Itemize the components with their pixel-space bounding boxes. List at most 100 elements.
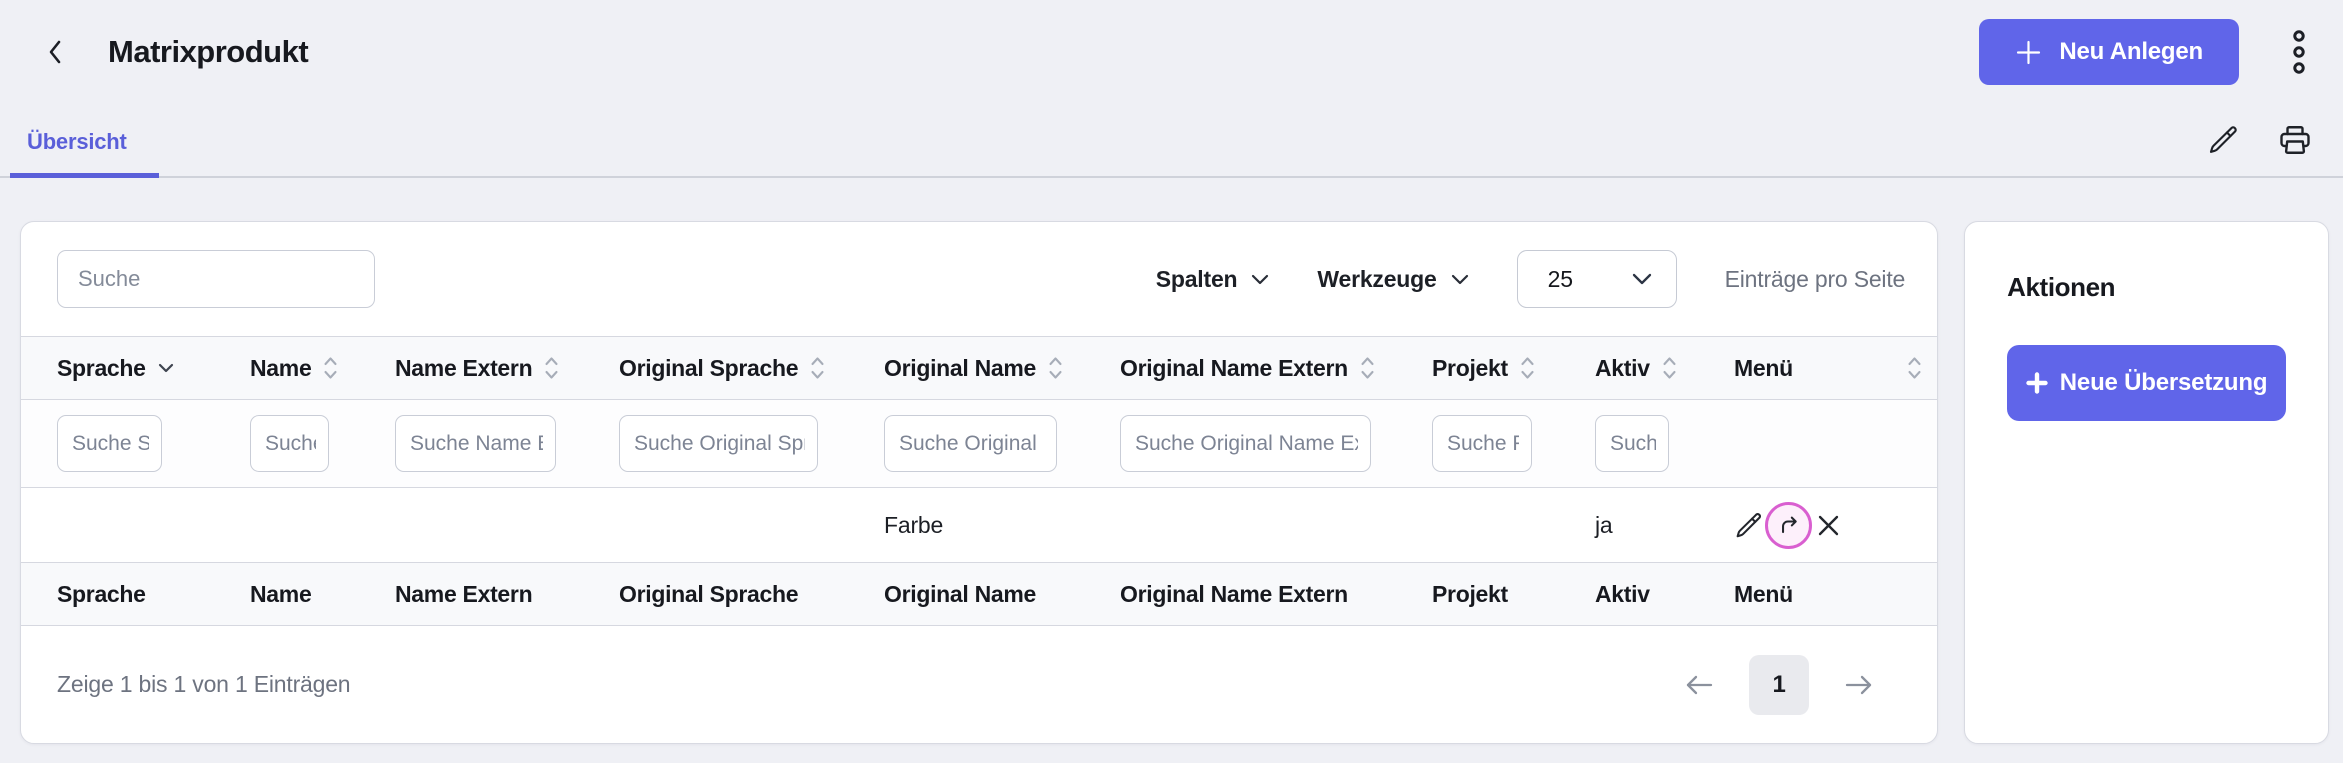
kebab-menu-button[interactable] [2285,20,2313,84]
search-input[interactable] [57,250,375,308]
pagination: 1 [1677,655,1881,715]
footer-column-projekt: Projekt [1408,563,1571,626]
cell-aktiv: ja [1571,488,1710,563]
pencil-icon [2207,124,2239,156]
table-toolbar: Spalten Werkzeuge 25 E [21,222,1937,336]
entries-per-page-label: Einträge pro Seite [1725,266,1906,293]
column-header-aktiv[interactable]: Aktiv [1571,337,1710,400]
row-delete-button[interactable] [1814,511,1843,540]
kebab-vertical-icon [2291,26,2307,78]
filter-input-sprache[interactable] [57,415,162,472]
filter-input-name-extern[interactable] [395,415,556,472]
arrow-right-icon [1843,673,1875,697]
new-translation-button-label: Neue Übersetzung [2060,369,2268,397]
next-page-button[interactable] [1837,667,1881,703]
plus-icon [2015,39,2042,66]
printer-icon [2277,122,2313,158]
column-label: Aktiv [1595,355,1650,382]
chevron-down-icon [1451,274,1469,285]
column-header-original-sprache[interactable]: Original Sprache [595,337,860,400]
actions-panel-title: Aktionen [2007,272,2286,303]
filter-input-projekt[interactable] [1432,415,1532,472]
row-translate-button[interactable] [1764,502,1813,549]
column-header-menu[interactable]: Menü [1710,337,1938,400]
column-header-projekt[interactable]: Projekt [1408,337,1571,400]
filter-input-name[interactable] [250,415,329,472]
actions-panel: Aktionen Neue Übersetzung [1964,221,2329,744]
column-label: Original Sprache [619,355,798,382]
chevron-left-icon [44,35,66,69]
page-title: Matrixprodukt [108,34,308,70]
footer-column-original-name: Original Name [860,563,1096,626]
arrow-left-icon [1683,673,1715,697]
filter-input-aktiv[interactable] [1595,415,1669,472]
toolbar-right: Spalten Werkzeuge 25 E [1156,250,1905,308]
sort-both-icon [1360,355,1375,381]
footer-column-name-extern: Name Extern [371,563,595,626]
filter-input-original-sprache[interactable] [619,415,818,472]
footer-column-aktiv: Aktiv [1571,563,1710,626]
pencil-icon [1734,511,1763,540]
new-create-button-label: Neu Anlegen [2059,38,2203,66]
cell-projekt [1408,488,1571,563]
x-icon [1814,511,1843,540]
column-header-name[interactable]: Name [226,337,371,400]
footer-column-original-name-extern: Original Name Extern [1096,563,1408,626]
sort-both-icon [1520,355,1535,381]
sort-both-icon [810,355,825,381]
cell-sprache [21,488,226,563]
forward-arrow-icon [1776,512,1802,538]
back-button[interactable] [40,31,70,73]
column-label: Name [250,355,311,382]
page-size-select[interactable]: 25 [1517,250,1677,308]
table-card: Spalten Werkzeuge 25 E [20,221,1938,744]
print-button[interactable] [2275,120,2315,160]
sort-both-icon [323,355,338,381]
tools-dropdown-button[interactable]: Werkzeuge [1317,266,1468,293]
filter-input-original-name[interactable] [884,415,1057,472]
table-row: Farbe ja [21,488,1938,563]
data-table: Sprache Name Name Extern Original Sprach… [21,336,1938,626]
chevron-down-icon [1632,273,1652,285]
new-create-button[interactable]: Neu Anlegen [1979,19,2239,85]
table-footer-header-row: Sprache Name Name Extern Original Sprach… [21,563,1938,626]
tab-uebersicht[interactable]: Übersicht [10,129,159,178]
column-label: Projekt [1432,355,1508,382]
table-filter-row [21,400,1938,488]
entries-info-text: Zeige 1 bis 1 von 1 Einträgen [57,671,350,698]
sort-both-icon [1662,355,1677,381]
sort-both-icon [1907,355,1922,381]
columns-dropdown-button[interactable]: Spalten [1156,266,1270,293]
chevron-down-icon [1251,274,1269,285]
cell-original-name-extern [1096,488,1408,563]
sort-both-icon [1048,355,1063,381]
cell-original-name: Farbe [860,488,1096,563]
column-header-original-name-extern[interactable]: Original Name Extern [1096,337,1408,400]
footer-column-menu: Menü [1710,563,1938,626]
columns-dropdown-label: Spalten [1156,266,1238,293]
edit-page-button[interactable] [2205,122,2241,158]
top-header: Matrixprodukt Neu Anlegen [0,0,2343,86]
column-header-sprache[interactable]: Sprache [21,337,226,400]
row-actions [1734,502,1938,549]
column-header-original-name[interactable]: Original Name [860,337,1096,400]
row-edit-button[interactable] [1734,511,1763,540]
sort-down-icon [158,363,174,373]
column-label: Name Extern [395,355,532,382]
highlight-ring [1765,502,1812,549]
table-header-row: Sprache Name Name Extern Original Sprach… [21,337,1938,400]
cell-original-sprache [595,488,860,563]
column-header-name-extern[interactable]: Name Extern [371,337,595,400]
tab-action-icons [2205,120,2315,176]
content-area: Spalten Werkzeuge 25 E [0,178,2343,744]
new-translation-button[interactable]: Neue Übersetzung [2007,345,2286,421]
page-number-button[interactable]: 1 [1749,655,1809,715]
filter-input-original-name-extern[interactable] [1120,415,1371,472]
tools-dropdown-label: Werkzeuge [1317,266,1436,293]
sort-both-icon [544,355,559,381]
column-label: Sprache [57,355,146,382]
column-label: Menü [1734,355,1793,381]
previous-page-button[interactable] [1677,667,1721,703]
column-label: Original Name [884,355,1036,382]
column-label: Original Name Extern [1120,355,1348,382]
